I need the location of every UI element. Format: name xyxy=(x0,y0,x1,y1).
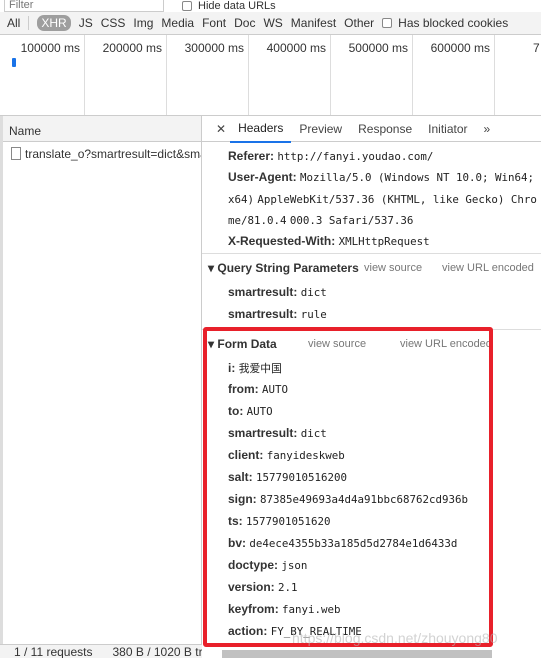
param-key: smartresult: xyxy=(228,307,298,321)
type-media[interactable]: Media xyxy=(161,16,194,30)
type-css[interactable]: CSS xyxy=(101,16,126,30)
param-value: dict xyxy=(300,286,327,299)
timeline-tick: 100000 ms xyxy=(0,35,85,115)
type-img[interactable]: Img xyxy=(133,16,153,30)
filter-input[interactable]: Filter xyxy=(4,0,164,12)
tab-headers[interactable]: Headers xyxy=(230,115,292,143)
timeline-overview[interactable]: 100000 ms 200000 ms 300000 ms 400000 ms … xyxy=(0,34,541,116)
name-column-header[interactable]: Name xyxy=(3,116,201,142)
header-row: User-Agent: Mozilla/5.0 (Windows NT 10.0… xyxy=(228,167,537,231)
view-url-encoded-link[interactable]: view URL encoded xyxy=(442,262,534,274)
has-blocked-cookies-checkbox[interactable]: Has blocked cookies xyxy=(382,16,508,30)
type-manifest[interactable]: Manifest xyxy=(291,16,336,30)
header-value: 000.3 Safari/537.36 xyxy=(289,213,414,227)
request-list: Name translate_o?smartresult=dict&smartr… xyxy=(0,116,202,658)
hide-data-urls-label: Hide data URLs xyxy=(198,0,276,12)
watermark: https://blog.csdn.net/zhouyong80 xyxy=(292,630,498,646)
timeline-tick: 400000 ms xyxy=(249,35,331,115)
header-row: Referer: http://fanyi.youdao.com/ xyxy=(228,146,537,167)
highlight-box xyxy=(203,327,493,647)
horizontal-scrollbar[interactable] xyxy=(222,650,492,658)
param-key: smartresult: xyxy=(228,285,298,299)
type-doc[interactable]: Doc xyxy=(234,16,255,30)
header-value: XMLHttpRequest xyxy=(338,235,430,249)
query-string-section-toggle[interactable]: ▾ Query String Parameters xyxy=(208,261,359,275)
tab-response[interactable]: Response xyxy=(350,116,420,142)
header-key: X-Requested-With: xyxy=(228,234,336,249)
header-value: http://fanyi.youdao.com/ xyxy=(277,150,434,163)
status-bar: 1 / 11 requests 380 B / 1020 B transferre… xyxy=(0,644,202,658)
request-timing-bar xyxy=(12,58,16,67)
timeline-tick: 200000 ms xyxy=(85,35,167,115)
detail-tabs: ✕ Headers Preview Response Initiator » xyxy=(202,115,541,143)
timeline-tick: 300000 ms xyxy=(167,35,249,115)
query-param-row: smartresult: rule xyxy=(228,307,327,321)
type-js[interactable]: JS xyxy=(79,16,93,30)
view-source-link[interactable]: view source xyxy=(364,262,422,274)
type-other[interactable]: Other xyxy=(344,16,374,30)
type-all[interactable]: All xyxy=(7,16,20,30)
divider xyxy=(28,16,30,30)
header-key: Referer: xyxy=(228,149,275,163)
has-blocked-cookies-label: Has blocked cookies xyxy=(398,16,509,30)
type-filter-bar: All XHR JS CSS Img Media Font Doc WS Man… xyxy=(0,12,541,34)
timeline-tick: 500000 ms xyxy=(331,35,413,115)
request-headers: Referer: http://fanyi.youdao.com/ User-A… xyxy=(228,146,537,252)
transferred-size: 380 B / 1020 B transferred xyxy=(112,645,203,658)
checkbox-icon xyxy=(382,18,393,28)
more-tabs-icon[interactable]: » xyxy=(476,116,499,142)
type-xhr[interactable]: XHR xyxy=(37,15,71,31)
query-param-row: smartresult: dict xyxy=(228,285,327,299)
timeline-tick: 600000 ms xyxy=(413,35,495,115)
section-title: Query String Parameters xyxy=(217,261,359,275)
type-font[interactable]: Font xyxy=(202,16,226,30)
checkbox-icon xyxy=(182,1,192,11)
file-icon xyxy=(11,147,21,160)
tab-initiator[interactable]: Initiator xyxy=(420,116,475,142)
param-value: rule xyxy=(300,308,327,321)
request-row[interactable]: translate_o?smartresult=dict&smartresult… xyxy=(3,142,201,164)
header-row: X-Requested-With: XMLHttpRequest xyxy=(228,231,537,252)
header-key: User-Agent: xyxy=(228,170,297,185)
type-ws[interactable]: WS xyxy=(263,16,282,30)
tab-preview[interactable]: Preview xyxy=(291,116,350,142)
timeline-tick: 7 xyxy=(533,41,540,55)
divider xyxy=(202,253,541,254)
request-count: 1 / 11 requests xyxy=(14,645,93,658)
close-icon[interactable]: ✕ xyxy=(212,116,230,142)
request-name: translate_o?smartresult=dict&smartresult… xyxy=(25,147,201,161)
hide-data-urls-checkbox[interactable]: Hide data URLs xyxy=(182,0,276,12)
